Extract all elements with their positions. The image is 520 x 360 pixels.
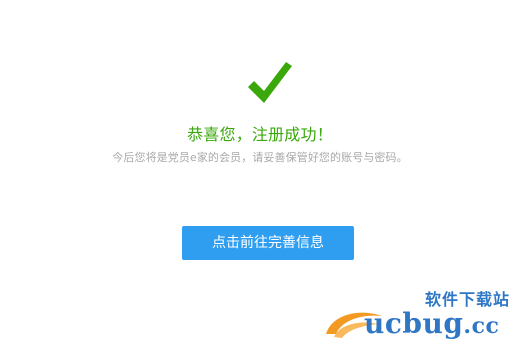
watermark: 软件下载站 ucbug.cc xyxy=(320,286,510,344)
success-subtitle: 今后您将是党员e家的会员，请妥善保管好您的账号与密码。 xyxy=(112,151,408,164)
watermark-logo: ucbug.cc xyxy=(320,304,510,344)
check-icon xyxy=(248,62,292,103)
success-check-container xyxy=(244,58,296,110)
watermark-logo-suffix: .cc xyxy=(463,313,500,339)
watermark-logo-text: ucbug.cc xyxy=(364,307,499,340)
watermark-logo-main: ucbug xyxy=(364,307,464,340)
complete-profile-button[interactable]: 点击前往完善信息 xyxy=(182,226,354,260)
success-title: 恭喜您，注册成功！ xyxy=(187,125,333,144)
